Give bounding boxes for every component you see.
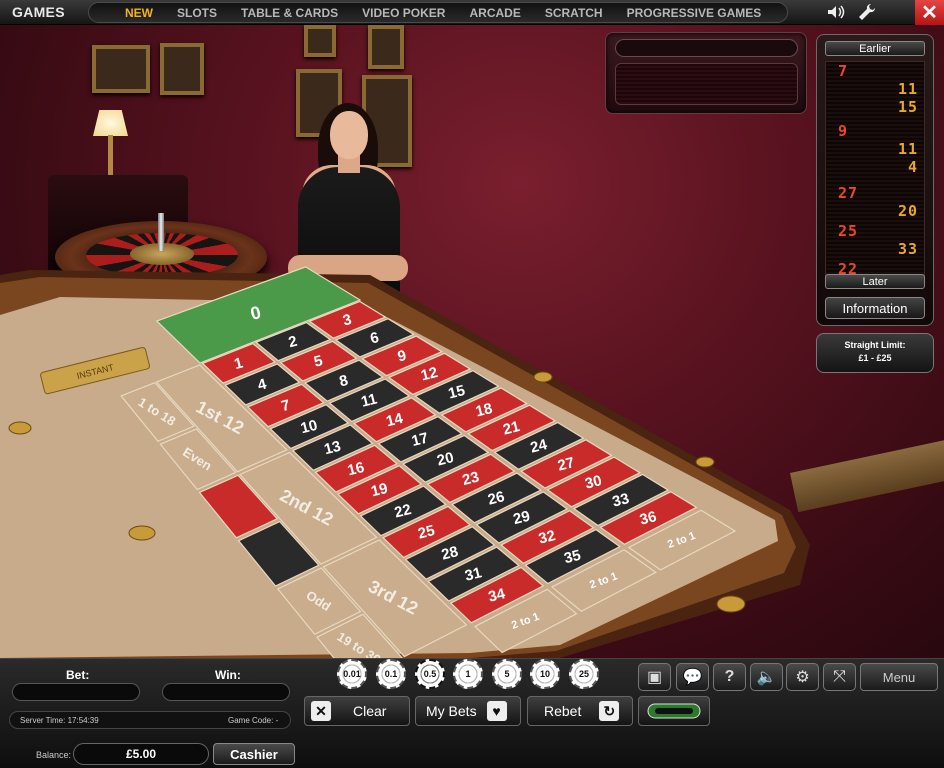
- history-number: 33: [897, 240, 918, 258]
- information-button[interactable]: Information: [825, 297, 925, 319]
- chip-1[interactable]: 1: [453, 659, 483, 689]
- fullscreen-button[interactable]: ⤧: [823, 663, 856, 691]
- racetrack-icon: [647, 703, 701, 719]
- chat-button[interactable]: 💬: [676, 663, 709, 691]
- clear-button[interactable]: ✕ Clear: [304, 696, 410, 726]
- chip-0-1[interactable]: 0.1: [376, 659, 406, 689]
- racetrack-button[interactable]: [638, 696, 710, 726]
- nav-item-slots[interactable]: SLOTS: [177, 6, 217, 20]
- question-icon: ?: [724, 668, 735, 685]
- history-earlier-button[interactable]: Earlier: [825, 41, 925, 56]
- history-panel: Earlier 7 11 15 9 11 4 27 20 25 33 22 Later Inform…: [816, 34, 934, 326]
- history-number: 4: [907, 158, 918, 176]
- rebet-arrow-icon: ↻: [599, 701, 620, 721]
- history-number: 11: [897, 80, 918, 98]
- chip-10[interactable]: 10: [530, 659, 560, 689]
- sound-button[interactable]: 🔈: [750, 663, 783, 691]
- category-nav: NEW SLOTS TABLE & CARDS VIDEO POKER ARCA…: [88, 2, 788, 23]
- server-time: Server Time: 17:54:39: [20, 716, 99, 725]
- nav-item-new[interactable]: NEW: [125, 6, 153, 20]
- rebet-button[interactable]: Rebet ↻: [527, 696, 633, 726]
- camera-icon: ▣: [646, 669, 663, 686]
- history-number: 15: [897, 98, 918, 116]
- games-label[interactable]: GAMES: [12, 4, 65, 20]
- history-later-button[interactable]: Later: [825, 274, 925, 289]
- speaker-icon: 🔈: [756, 669, 777, 686]
- nav-item-video-poker[interactable]: VIDEO POKER: [362, 6, 445, 20]
- message-line: [615, 39, 798, 57]
- message-display: [615, 63, 798, 105]
- camera-view-button[interactable]: ▣: [638, 663, 671, 691]
- message-panel: [605, 32, 807, 114]
- cashier-button[interactable]: Cashier: [213, 743, 295, 765]
- nav-item-table-cards[interactable]: TABLE & CARDS: [241, 6, 338, 20]
- heart-icon: ♥: [486, 701, 507, 721]
- rebet-label: Rebet: [544, 703, 582, 719]
- history-number: 27: [838, 184, 859, 202]
- clear-label: Clear: [353, 703, 387, 719]
- wrench-icon[interactable]: [857, 3, 877, 21]
- balance-label: Balance:: [36, 750, 72, 760]
- nav-item-progressive-games[interactable]: PROGRESSIVE GAMES: [627, 6, 762, 20]
- fullscreen-icon: ⤧: [833, 668, 846, 685]
- history-number: 20: [897, 202, 918, 220]
- settings-button[interactable]: ⚙: [786, 663, 819, 691]
- limit-panel: Straight Limit: £1 - £25: [816, 333, 934, 373]
- chip-0-01[interactable]: 0.01: [337, 659, 367, 689]
- bottom-control-bar: Bet: Win: Server Time: 17:54:39 Game Cod…: [0, 658, 944, 768]
- win-field: [162, 683, 290, 701]
- chip-5[interactable]: 5: [492, 659, 522, 689]
- clear-x-icon: ✕: [311, 701, 331, 721]
- sound-icon[interactable]: [826, 3, 846, 21]
- roulette-table: 0123456789101112131415161718192021222324…: [0, 266, 810, 658]
- my-bets-label: My Bets: [426, 703, 477, 719]
- win-label: Win:: [215, 668, 241, 682]
- gear-icon: ⚙: [795, 669, 810, 686]
- history-number: 7: [838, 62, 849, 80]
- history-number: 11: [897, 140, 918, 158]
- nav-item-scratch[interactable]: SCRATCH: [545, 6, 603, 20]
- straight-limit-value: £1 - £25: [858, 353, 892, 363]
- help-button[interactable]: ?: [713, 663, 746, 691]
- top-nav-bar: GAMES NEW SLOTS TABLE & CARDS VIDEO POKE…: [0, 0, 944, 25]
- my-bets-button[interactable]: My Bets ♥: [415, 696, 521, 726]
- chip-0-5[interactable]: 0.5: [415, 659, 445, 689]
- close-button[interactable]: ✕: [915, 0, 944, 25]
- history-number: 9: [838, 122, 849, 140]
- menu-button[interactable]: Menu: [860, 663, 938, 691]
- history-number: 25: [838, 222, 859, 240]
- bet-field: [12, 683, 140, 701]
- balance-value: £5.00: [73, 743, 209, 765]
- straight-limit-title: Straight Limit:: [844, 340, 906, 350]
- game-code: Game Code: -: [228, 716, 279, 725]
- chip-25[interactable]: 25: [569, 659, 599, 689]
- history-board: 7 11 15 9 11 4 27 20 25 33 22: [825, 61, 925, 279]
- chat-bubble-icon: 💬: [682, 669, 703, 686]
- bet-label: Bet:: [66, 668, 90, 682]
- nav-item-arcade[interactable]: ARCADE: [469, 6, 520, 20]
